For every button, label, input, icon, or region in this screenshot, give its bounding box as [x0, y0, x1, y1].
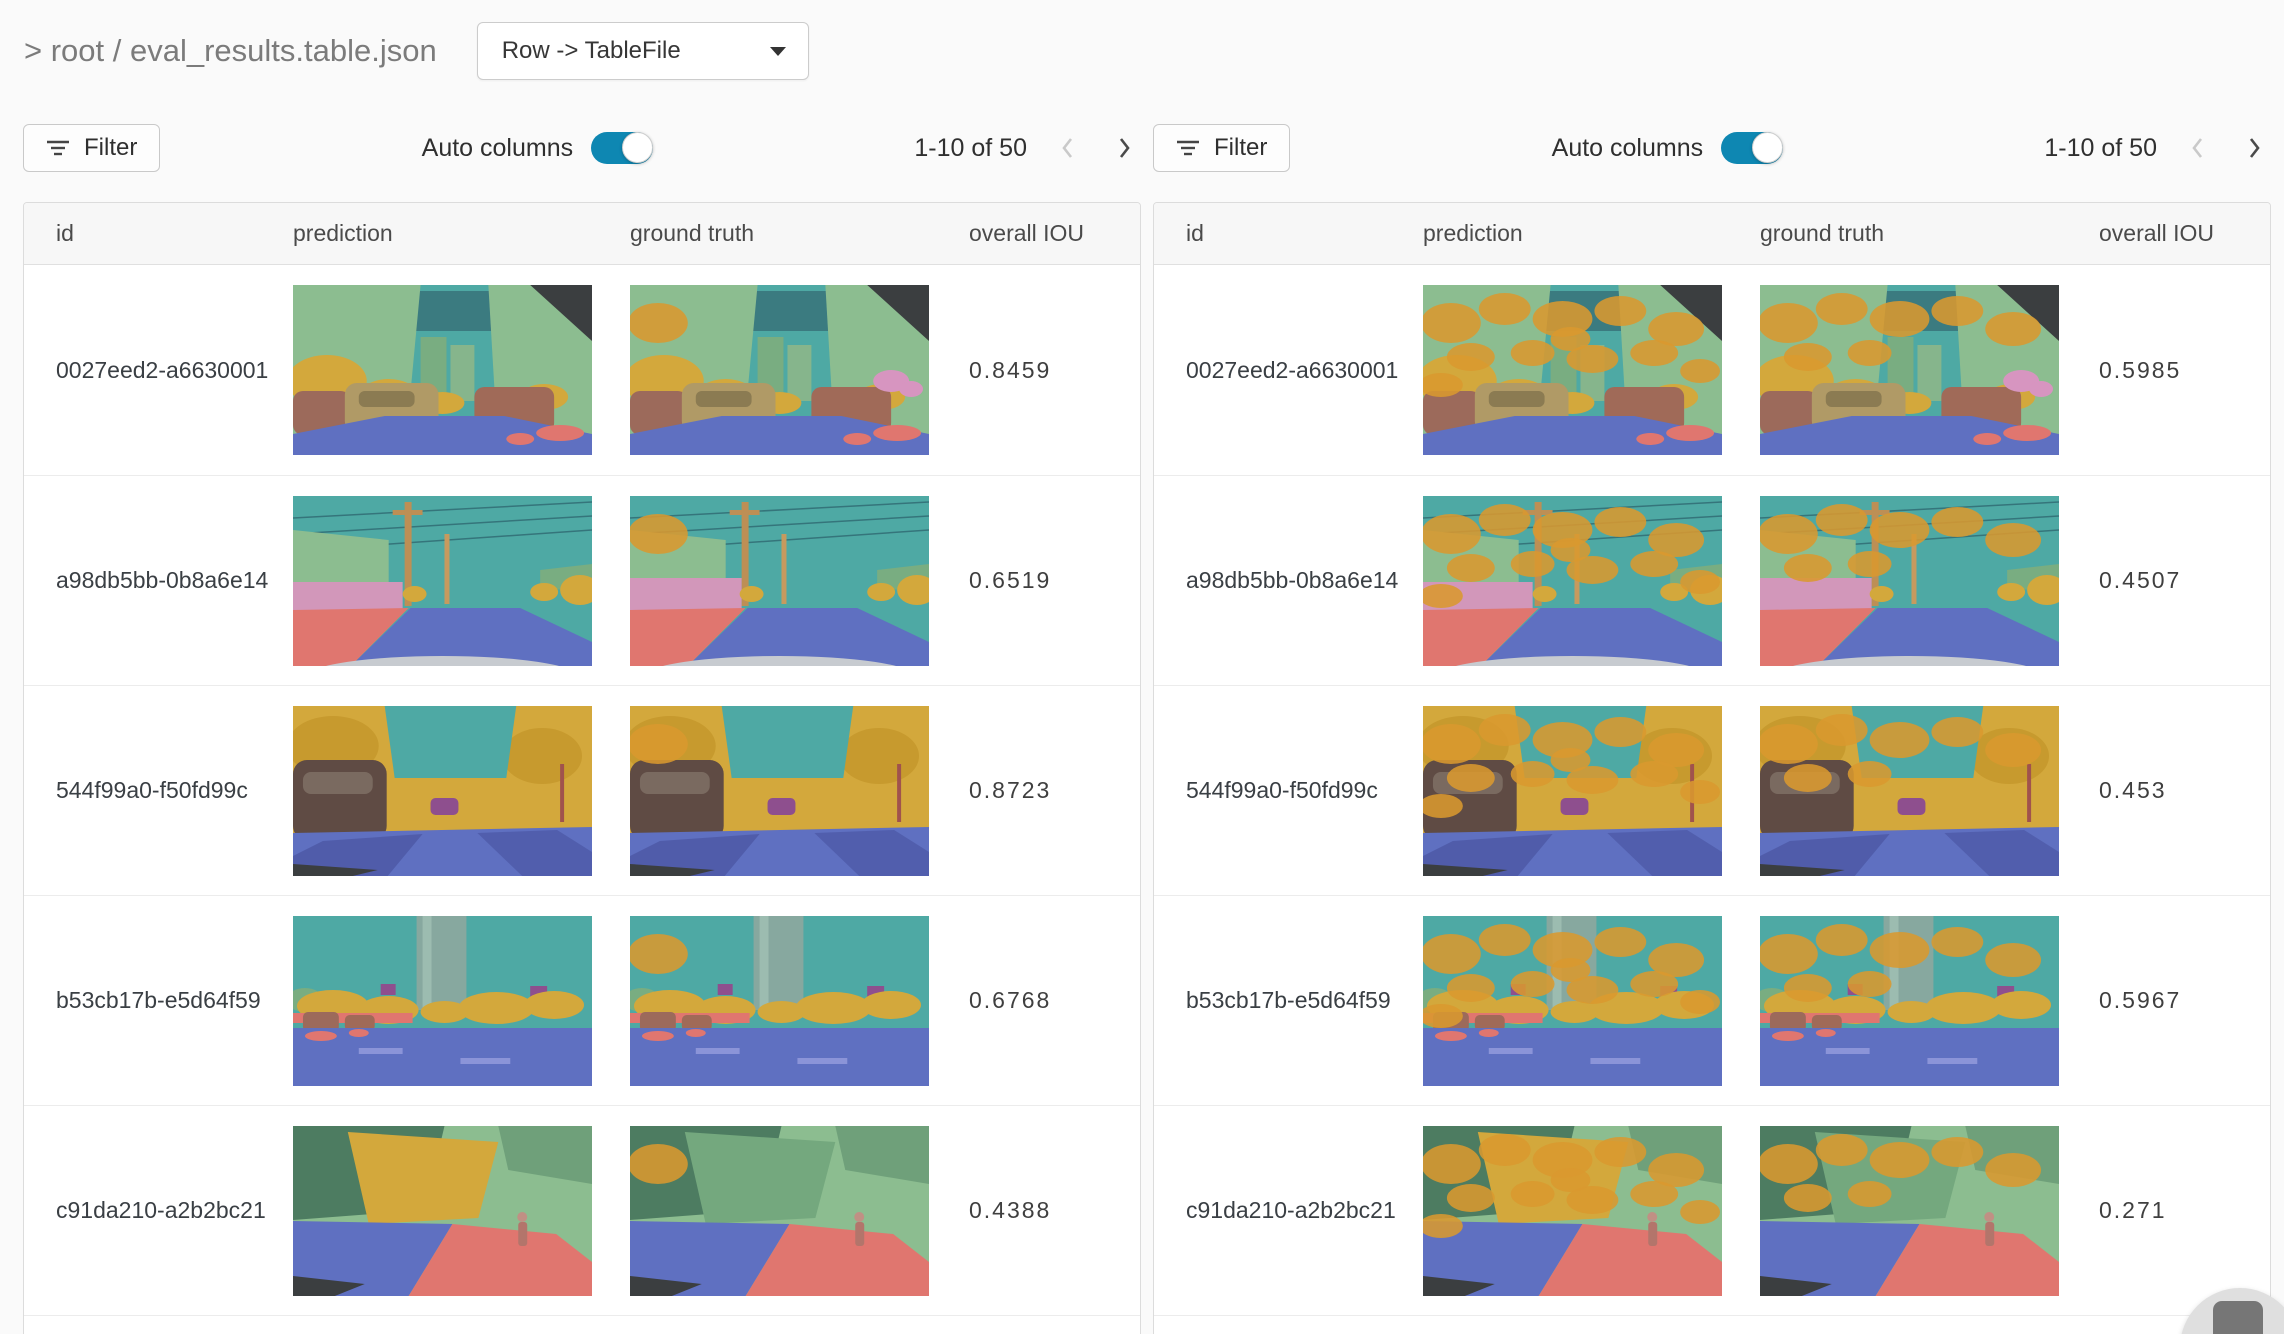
overall-iou-value: 0.6519 — [969, 567, 1051, 593]
row-type-dropdown[interactable]: Row -> TableFile — [477, 22, 809, 80]
ground-truth-image[interactable] — [630, 706, 929, 876]
overall-iou-value: 0.4388 — [969, 1197, 1051, 1223]
row-id: b53cb17b-e5d64f59 — [1186, 987, 1391, 1013]
results-table-left: id prediction ground truth overall IOU 0… — [23, 202, 1141, 1334]
table-row-partial — [24, 1315, 1140, 1334]
prediction-image[interactable] — [293, 285, 592, 455]
prediction-image[interactable] — [1423, 496, 1722, 666]
column-header-id[interactable]: id — [24, 220, 272, 247]
column-header-ground-truth[interactable]: ground truth — [1739, 220, 2076, 247]
column-header-ground-truth[interactable]: ground truth — [609, 220, 946, 247]
table-row: 544f99a0-f50fd99c 0.8723 — [24, 685, 1140, 895]
row-id: a98db5bb-0b8a6e14 — [56, 567, 268, 593]
prediction-image[interactable] — [293, 1126, 592, 1296]
chevron-left-icon[interactable] — [1053, 131, 1083, 165]
row-id: 544f99a0-f50fd99c — [56, 777, 248, 803]
overall-iou-value: 0.6768 — [969, 987, 1051, 1013]
pagination-range: 1-10 of 50 — [2044, 134, 2157, 163]
prediction-image[interactable] — [293, 916, 592, 1086]
ground-truth-image[interactable] — [1760, 706, 2059, 876]
panel-right-controls: Filter Auto columns 1-10 of 50 — [1153, 124, 2271, 172]
overall-iou-value: 0.453 — [2099, 777, 2167, 803]
table-row: a98db5bb-0b8a6e14 0.6519 — [24, 475, 1140, 685]
overall-iou-value: 0.8459 — [969, 357, 1051, 383]
panels-container: Filter Auto columns 1-10 of 50 id — [0, 96, 2284, 1334]
column-header-prediction[interactable]: prediction — [272, 220, 609, 247]
table-row: 544f99a0-f50fd99c 0.453 — [1154, 685, 2270, 895]
ground-truth-image[interactable] — [1760, 496, 2059, 666]
panel-handle-icon — [2213, 1301, 2263, 1334]
table-row-partial — [1154, 1315, 2270, 1334]
ground-truth-image[interactable] — [1760, 916, 2059, 1086]
filter-button-label: Filter — [84, 134, 137, 162]
filter-button-label: Filter — [1214, 134, 1267, 162]
auto-columns-toggle[interactable] — [1721, 132, 1783, 164]
ground-truth-image[interactable] — [1760, 285, 2059, 455]
table-row: b53cb17b-e5d64f59 0.6768 — [24, 895, 1140, 1105]
table-row: a98db5bb-0b8a6e14 0.4507 — [1154, 475, 2270, 685]
overall-iou-value: 0.5967 — [2099, 987, 2181, 1013]
column-header-overall-iou[interactable]: overall IOU — [946, 220, 1140, 247]
ground-truth-image[interactable] — [630, 1126, 929, 1296]
ground-truth-image[interactable] — [630, 496, 929, 666]
prediction-image[interactable] — [293, 496, 592, 666]
prediction-image[interactable] — [293, 706, 592, 876]
row-id: b53cb17b-e5d64f59 — [56, 987, 261, 1013]
row-id: 0027eed2-a6630001 — [1186, 357, 1398, 383]
overall-iou-value: 0.271 — [2099, 1197, 2167, 1223]
overall-iou-value: 0.4507 — [2099, 567, 2181, 593]
prediction-image[interactable] — [1423, 916, 1722, 1086]
ground-truth-image[interactable] — [630, 916, 929, 1086]
row-id: 0027eed2-a6630001 — [56, 357, 268, 383]
row-id: a98db5bb-0b8a6e14 — [1186, 567, 1398, 593]
table-row: b53cb17b-e5d64f59 0.5967 — [1154, 895, 2270, 1105]
auto-columns-label: Auto columns — [422, 134, 573, 163]
results-table-right: id prediction ground truth overall IOU 0… — [1153, 202, 2271, 1334]
caret-down-icon — [770, 47, 786, 56]
column-header-prediction[interactable]: prediction — [1402, 220, 1739, 247]
filter-button[interactable]: Filter — [1153, 124, 1290, 172]
table-header: id prediction ground truth overall IOU — [24, 203, 1140, 265]
ground-truth-image[interactable] — [1760, 1126, 2059, 1296]
chevron-left-icon[interactable] — [2183, 131, 2213, 165]
panel-left: Filter Auto columns 1-10 of 50 id — [23, 124, 1141, 1334]
row-id: c91da210-a2b2bc21 — [1186, 1197, 1396, 1223]
row-type-dropdown-value: Row -> TableFile — [502, 37, 681, 65]
filter-icon — [1176, 139, 1200, 157]
table-row: 0027eed2-a6630001 0.5985 — [1154, 265, 2270, 475]
pagination-range: 1-10 of 50 — [914, 134, 1027, 163]
breadcrumb[interactable]: > root / eval_results.table.json — [24, 33, 437, 69]
table-row: c91da210-a2b2bc21 0.4388 — [24, 1105, 1140, 1315]
prediction-image[interactable] — [1423, 706, 1722, 876]
row-id: c91da210-a2b2bc21 — [56, 1197, 266, 1223]
chevron-right-icon[interactable] — [1109, 131, 1139, 165]
ground-truth-image[interactable] — [630, 285, 929, 455]
chevron-right-icon[interactable] — [2239, 131, 2269, 165]
table-header: id prediction ground truth overall IOU — [1154, 203, 2270, 265]
column-header-overall-iou[interactable]: overall IOU — [2076, 220, 2270, 247]
filter-icon — [46, 139, 70, 157]
row-id: 544f99a0-f50fd99c — [1186, 777, 1378, 803]
table-row: c91da210-a2b2bc21 0.271 — [1154, 1105, 2270, 1315]
prediction-image[interactable] — [1423, 285, 1722, 455]
auto-columns-toggle[interactable] — [591, 132, 653, 164]
auto-columns-label: Auto columns — [1552, 134, 1703, 163]
filter-button[interactable]: Filter — [23, 124, 160, 172]
column-header-id[interactable]: id — [1154, 220, 1402, 247]
panel-left-controls: Filter Auto columns 1-10 of 50 — [23, 124, 1141, 172]
overall-iou-value: 0.5985 — [2099, 357, 2181, 383]
top-bar: > root / eval_results.table.json Row -> … — [0, 0, 2284, 96]
table-row: 0027eed2-a6630001 0.8459 — [24, 265, 1140, 475]
overall-iou-value: 0.8723 — [969, 777, 1051, 803]
panel-right: Filter Auto columns 1-10 of 50 id — [1153, 124, 2271, 1334]
prediction-image[interactable] — [1423, 1126, 1722, 1296]
